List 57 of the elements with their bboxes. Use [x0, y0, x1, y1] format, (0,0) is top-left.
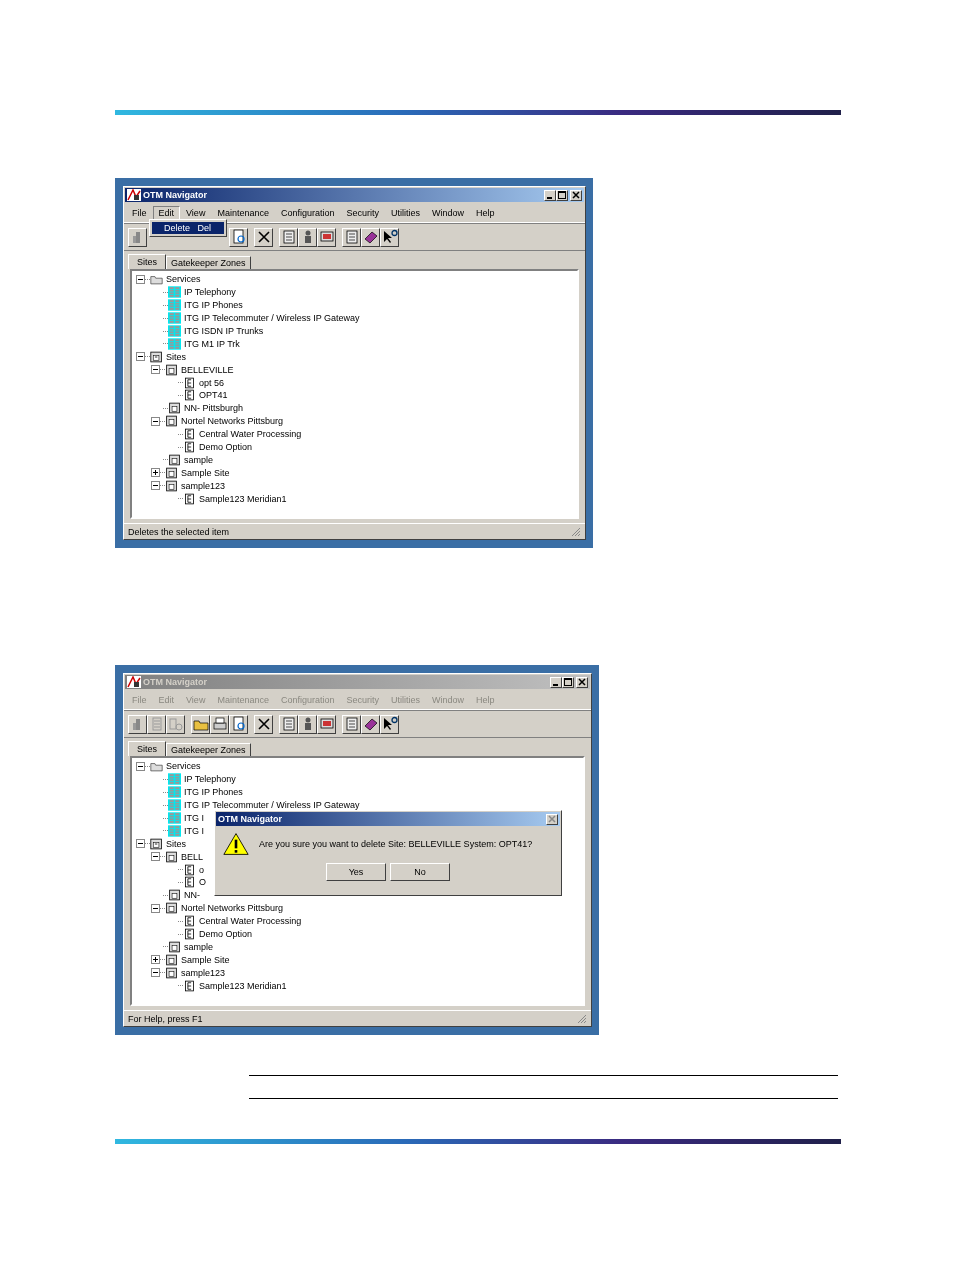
- tree-item[interactable]: ITG IP Phones: [184, 787, 243, 798]
- menu-item[interactable]: View: [180, 205, 212, 220]
- window-title: OTM Navigator: [143, 677, 207, 687]
- dialog-button[interactable]: No: [390, 863, 450, 881]
- tree-item[interactable]: ITG I: [184, 813, 204, 823]
- tab[interactable]: Sites: [128, 254, 166, 269]
- tree-item[interactable]: NN- Pittsburgh: [184, 403, 244, 414]
- tree-item[interactable]: BELLEVILLE: [181, 364, 234, 375]
- dialog-title: OTM Navigator: [218, 814, 282, 824]
- status-text: For Help, press F1: [128, 1013, 203, 1024]
- tree-item[interactable]: sample123: [181, 480, 226, 491]
- tree-item[interactable]: Demo Option: [199, 929, 253, 939]
- dialog-message: Are you sure you want to delete Site: BELLEVILLE System: OPT41?: [259, 839, 533, 849]
- tree-item[interactable]: Sample Site: [181, 954, 230, 965]
- tab[interactable]: Gatekeeper Zones: [166, 256, 251, 269]
- menu-option[interactable]: Delete Del: [152, 222, 224, 234]
- tab[interactable]: Sites: [128, 741, 166, 756]
- tree-item[interactable]: Services: [166, 274, 201, 285]
- tree-item[interactable]: sample: [184, 941, 213, 952]
- tree-item[interactable]: O: [199, 877, 206, 888]
- menu-item[interactable]: Configuration: [274, 205, 341, 220]
- menu-item[interactable]: Security: [340, 205, 385, 220]
- tree-item[interactable]: Sample123 Meridian1: [199, 493, 287, 504]
- tree-item[interactable]: BELL: [181, 851, 204, 862]
- tree-item[interactable]: Services: [166, 761, 201, 772]
- tree-item[interactable]: ITG IP Phones: [184, 300, 243, 311]
- tab[interactable]: Gatekeeper Zones: [166, 743, 251, 756]
- tree-item[interactable]: ITG IP Telecommuter / Wireless IP Gateway: [184, 313, 360, 324]
- menu-item[interactable]: File: [126, 205, 153, 220]
- tree-item[interactable]: ITG M1 IP Trk: [184, 338, 240, 349]
- tree-item[interactable]: Central Water Processing: [199, 429, 302, 440]
- tree-item[interactable]: NN-: [184, 890, 200, 901]
- tree-item[interactable]: Nortel Networks Pittsburg: [181, 903, 284, 914]
- tree-item[interactable]: Nortel Networks Pittsburg: [181, 416, 284, 427]
- tree-item[interactable]: Sample Site: [181, 467, 230, 478]
- menu-item[interactable]: Window: [426, 205, 471, 220]
- tree-item[interactable]: Demo Option: [199, 442, 253, 452]
- tree-item[interactable]: Central Water Processing: [199, 916, 302, 927]
- tree-item[interactable]: ITG I: [184, 825, 204, 836]
- tree-item[interactable]: sample123: [181, 967, 226, 978]
- tree-item[interactable]: OPT41: [199, 390, 228, 401]
- dialog-button[interactable]: Yes: [326, 863, 386, 881]
- tree-item[interactable]: opt 56: [199, 377, 225, 388]
- window-title: OTM Navigator: [143, 190, 207, 200]
- tree-item[interactable]: Sites: [166, 838, 186, 849]
- tree-item[interactable]: sample: [184, 454, 213, 465]
- tree-item[interactable]: ITG ISDN IP Trunks: [184, 326, 264, 336]
- tree-item[interactable]: IP Telephony: [184, 287, 236, 298]
- tree-item[interactable]: Sample123 Meridian1: [199, 980, 287, 991]
- menu-item[interactable]: Maintenance: [211, 205, 275, 220]
- tree-item[interactable]: Sites: [166, 351, 186, 362]
- tree-item[interactable]: IP Telephony: [184, 774, 236, 785]
- status-text: Deletes the selected item: [128, 526, 230, 537]
- tree-item[interactable]: ITG IP Telecommuter / Wireless IP Gateway: [184, 800, 360, 811]
- tree-item[interactable]: o: [199, 864, 204, 875]
- menu-item[interactable]: Utilities: [385, 205, 426, 220]
- menu-item[interactable]: Help: [470, 205, 501, 220]
